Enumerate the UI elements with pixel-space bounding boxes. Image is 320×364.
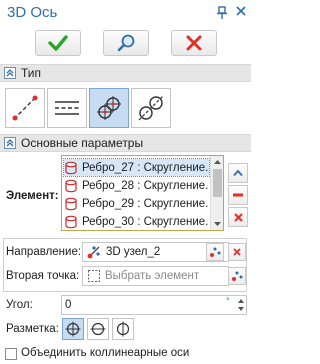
line-axis-icon [12, 95, 38, 121]
pick-node-icon [232, 271, 243, 281]
list-item[interactable]: Ребро_27 : Скругление... [63, 158, 210, 177]
scroll-thumb[interactable] [213, 169, 222, 197]
node-axis-icon [97, 96, 121, 120]
direction-clear-button[interactable] [228, 243, 246, 261]
edge-axis-icon [138, 95, 164, 121]
second-point-field[interactable]: Выбрать элемент [82, 266, 229, 286]
cross-icon [233, 212, 243, 222]
scroll-down-icon[interactable] [211, 218, 224, 230]
merge-collinear-checkbox[interactable] [5, 348, 17, 360]
preview-button[interactable] [103, 30, 149, 56]
marking-horizontal-button[interactable] [87, 318, 109, 340]
circle-line-icon [90, 322, 106, 336]
edge-icon [65, 161, 77, 174]
angle-unit: ° [226, 296, 230, 306]
pick-node-icon [210, 247, 221, 257]
type-line-axis-button[interactable] [5, 88, 45, 128]
section-title: Тип [21, 66, 42, 80]
edge-icon [65, 179, 77, 192]
angle-input[interactable]: 0 [61, 295, 247, 315]
pin-icon[interactable] [216, 6, 228, 20]
params-section-header[interactable]: Основные параметры [0, 134, 251, 152]
scroll-up-icon[interactable] [211, 156, 224, 168]
list-item-label: Ребро_27 : Скругление... [82, 161, 209, 174]
angle-label: Угол: [6, 299, 33, 311]
list-item[interactable]: Ребро_29 : Скругление... [64, 195, 209, 212]
edge-icon [65, 197, 77, 210]
collapse-icon[interactable] [4, 67, 16, 79]
select-element-icon [88, 270, 100, 282]
type-node-axis-button[interactable] [89, 88, 129, 128]
remove-button[interactable] [228, 185, 248, 205]
section-title: Основные параметры [21, 136, 144, 150]
minus-icon [233, 193, 243, 197]
close-icon[interactable] [235, 5, 247, 17]
second-point-pick-button[interactable] [228, 267, 246, 285]
dashed-axis-icon [55, 101, 79, 115]
title-bar: 3D Ось [0, 0, 251, 26]
node-icon [87, 246, 100, 259]
marking-label: Разметка: [6, 323, 59, 335]
type-dashed-axis-button[interactable] [47, 88, 87, 128]
element-list[interactable]: Ребро_27 : Скругление... Ребро_28 : Скру… [61, 155, 224, 231]
cross-icon [186, 35, 202, 51]
move-up-button[interactable] [228, 163, 248, 183]
list-item-label: Ребро_30 : Скругление... [82, 215, 209, 228]
checkmark-icon [48, 35, 68, 51]
ok-button[interactable] [35, 30, 81, 56]
list-item[interactable]: Ребро_28 : Скругление... [64, 177, 209, 194]
second-point-label: Вторая точка: [6, 270, 80, 282]
list-item-label: Ребро_28 : Скругление... [82, 179, 209, 192]
collapse-icon[interactable] [4, 137, 16, 149]
cancel-button[interactable] [171, 30, 217, 56]
list-scrollbar[interactable] [210, 156, 223, 230]
angle-value: 0 [65, 299, 72, 311]
second-point-placeholder: Выбрать элемент [105, 270, 200, 282]
magnifier-icon [117, 34, 135, 52]
marking-vertical-button[interactable] [112, 318, 134, 340]
direction-pick-button[interactable] [206, 243, 224, 261]
type-edge-axis-button[interactable] [131, 88, 171, 128]
window-title: 3D Ось [7, 4, 58, 21]
type-section-header[interactable]: Тип [0, 64, 251, 82]
circle-vline-icon [116, 321, 130, 337]
direction-value: 3D узел_2 [106, 246, 161, 258]
list-item[interactable]: Ребро_30 : Скругление... [64, 213, 209, 230]
list-item-label: Ребро_29 : Скругление... [82, 197, 209, 210]
direction-label: Направление: [6, 246, 82, 258]
clear-button[interactable] [228, 207, 248, 227]
element-label: Элемент: [6, 190, 59, 202]
marking-crosshair-button[interactable] [62, 318, 84, 340]
merge-collinear-label: Объединить коллинеарные оси [21, 347, 190, 359]
edge-icon [65, 215, 77, 228]
crosshair-icon [65, 321, 81, 337]
cross-icon [233, 248, 241, 256]
chevron-up-icon [233, 169, 243, 177]
angle-spinner-icon[interactable] [237, 297, 245, 313]
